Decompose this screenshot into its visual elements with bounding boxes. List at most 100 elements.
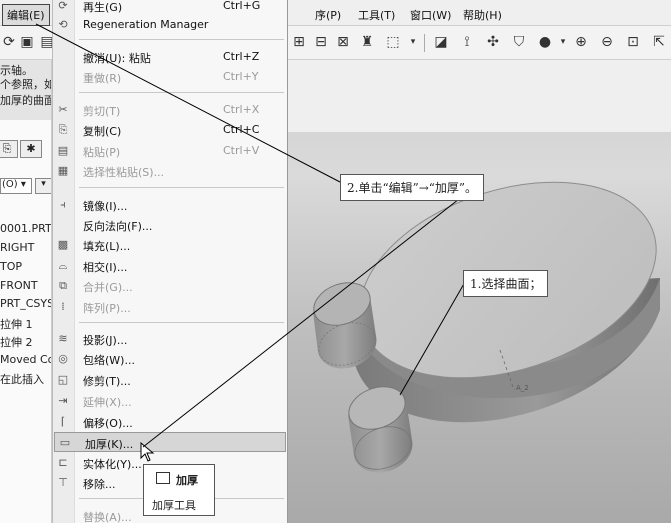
wrap-icon: ◎: [58, 352, 68, 365]
menu-item-merge[interactable]: ⧉ 合并(G)...: [53, 276, 287, 296]
thicken-icon: ▭: [59, 436, 71, 449]
menu-separator: [79, 92, 284, 93]
menu-item-label: Regeneration Manager: [83, 18, 209, 31]
tree-item-front[interactable]: FRONT: [0, 279, 38, 292]
menu-item-project[interactable]: ≋ 投影(J)...: [53, 329, 287, 349]
menu-item-label: 包络(W)...: [83, 354, 135, 367]
tree-item-csys[interactable]: PRT_CSYS_: [0, 297, 51, 310]
settings-combo[interactable]: ▾: [35, 178, 51, 194]
tree-item-insert-here[interactable]: 在此插入: [0, 371, 44, 387]
menu-item-label: 替换(A)...: [83, 511, 132, 523]
menu-item-shortcut: Ctrl+G: [223, 0, 261, 12]
mirror-icon: ⫞: [60, 198, 66, 211]
menu-item-label: 延伸(X)...: [83, 396, 132, 409]
menu-item-shortcut: Ctrl+Y: [223, 70, 259, 83]
menu-separator: [79, 322, 284, 323]
shading-dropdown-icon[interactable]: ▾: [554, 33, 572, 51]
refit-icon[interactable]: ⊡: [624, 33, 642, 51]
point-icon[interactable]: ✣: [484, 33, 502, 51]
pattern-icon: ⁞: [61, 300, 65, 313]
paste-special-icon: ▦: [57, 164, 69, 177]
menu-item-paste[interactable]: ▤ 粘贴(P) Ctrl+V: [53, 141, 287, 161]
chevron-down-icon[interactable]: ▾: [404, 33, 422, 51]
menu-tools[interactable]: 工具(T): [358, 7, 395, 23]
menu-window[interactable]: 窗口(W): [410, 7, 451, 23]
extend-icon: ⇥: [58, 394, 68, 407]
regenerate-icon[interactable]: ⟳: [0, 33, 18, 51]
menu-item-copy[interactable]: ⎘ 复制(C) Ctrl+C: [53, 120, 287, 140]
menu-item-label: 选择性粘贴(S)...: [83, 166, 165, 179]
menu-separator: [79, 39, 284, 40]
menu-item-regeneration-manager[interactable]: ⟲ Regeneration Manager: [53, 15, 287, 35]
layer-icon[interactable]: ⊞: [290, 33, 308, 51]
plane-display-icon[interactable]: ⊟: [312, 33, 330, 51]
menu-item-shortcut: Ctrl+Z: [223, 50, 260, 63]
tooltip-title: 加厚: [176, 474, 198, 487]
message-line-3: 加厚的曲面: [0, 94, 52, 107]
message-line-2: 个参照，如: [0, 78, 52, 91]
binoculars-icon[interactable]: ♜: [358, 33, 376, 51]
menu-item-label: 撤消(U): 粘贴: [83, 52, 151, 65]
menu-item-flip-normal[interactable]: 反向法向(F)...: [53, 215, 287, 235]
zoom-in-icon[interactable]: ⊕: [572, 33, 590, 51]
menu-item-trim[interactable]: ◱ 修剪(T)...: [53, 370, 287, 390]
menu-item-pattern[interactable]: ⁞ 阵列(P)...: [53, 297, 287, 317]
offset-icon: ⌈: [60, 415, 66, 428]
tree-item-right[interactable]: RIGHT: [0, 241, 34, 254]
shading-sphere-icon[interactable]: ●: [536, 33, 554, 51]
menu-item-regenerate[interactable]: ⟳ 再生(G) Ctrl+G: [53, 0, 287, 16]
menu-item-paste-special[interactable]: ▦ 选择性粘贴(S)...: [53, 161, 287, 181]
axis-display-icon[interactable]: ⊠: [334, 33, 352, 51]
fill-icon: ▩: [57, 238, 69, 251]
orient-icon[interactable]: ⇱: [650, 33, 668, 51]
menu-item-shortcut: Ctrl+V: [223, 144, 260, 157]
menu-item-wrap[interactable]: ◎ 包络(W)...: [53, 349, 287, 369]
save-icon[interactable]: ▣: [18, 33, 36, 51]
select-box-icon[interactable]: ⬚: [384, 33, 402, 51]
tree-item-extrude-2[interactable]: 拉伸 2: [0, 334, 33, 350]
menu-item-label: 合并(G)...: [83, 281, 133, 294]
tree-item-extrude-1[interactable]: 拉伸 1: [0, 316, 33, 332]
tree-item-moved-copy[interactable]: Moved Co: [0, 353, 51, 366]
paste-icon: ▤: [57, 144, 69, 157]
spline-icon[interactable]: ⟟: [458, 33, 476, 51]
mouse-cursor-icon: [140, 442, 155, 462]
menu-item-redo[interactable]: 重做(R) Ctrl+Y: [53, 67, 287, 87]
tree-tab-icon[interactable]: ⎘: [0, 140, 18, 158]
menu-item-label: 加厚(K)...: [85, 438, 134, 451]
menu-item-cut[interactable]: ✂ 剪切(T) Ctrl+X: [53, 100, 287, 120]
menu-insert[interactable]: 序(P): [315, 7, 341, 23]
menu-item-thicken[interactable]: ▭ 加厚(K)...: [54, 432, 286, 452]
menu-item-undo[interactable]: 撤消(U): 粘贴 Ctrl+Z: [53, 47, 287, 67]
menu-item-offset[interactable]: ⌈ 偏移(O)...: [53, 412, 287, 432]
menu-item-label: 粘贴(P): [83, 146, 121, 159]
settings-tab-icon[interactable]: ✱: [20, 140, 42, 158]
toolbar-separator: [424, 34, 425, 52]
menu-item-mirror[interactable]: ⫞ 镜像(I)...: [53, 195, 287, 215]
regeneration-manager-icon: ⟲: [58, 18, 68, 31]
menu-item-label: 再生(G): [83, 1, 123, 14]
menu-item-label: 修剪(T)...: [83, 375, 131, 388]
menu-item-label: 阵列(P)...: [83, 302, 131, 315]
menu-item-label: 剪切(T): [83, 105, 121, 118]
menu-item-extend[interactable]: ⇥ 延伸(X)...: [53, 391, 287, 411]
show-combo[interactable]: (O) ▾: [0, 178, 32, 194]
regenerate-icon: ⟳: [58, 0, 68, 12]
tree-item-top[interactable]: TOP: [0, 260, 22, 273]
menu-item-label: 镜像(I)...: [83, 200, 128, 213]
shield-view-icon[interactable]: ⛉: [510, 33, 528, 51]
sketch-icon[interactable]: ◪: [432, 33, 450, 51]
thicken-tooltip: 加厚 加厚工具: [143, 464, 215, 516]
menu-help[interactable]: 帮助(H): [463, 7, 502, 23]
menu-item-fill[interactable]: ▩ 填充(L)...: [53, 235, 287, 255]
menu-item-label: 偏移(O)...: [83, 417, 133, 430]
scissors-icon: ✂: [58, 103, 68, 116]
model-tree-panel: 示轴。 个参照，如 加厚的曲面 ⎘ ✱ (O) ▾ ▾ 0001.PRT RIG…: [0, 60, 52, 523]
menu-edit[interactable]: 编辑(E): [2, 4, 50, 26]
zoom-out-icon[interactable]: ⊖: [598, 33, 616, 51]
menu-item-label: 相交(I)...: [83, 261, 128, 274]
menu-item-intersect[interactable]: ⌓ 相交(I)...: [53, 256, 287, 276]
copy-icon: ⎘: [58, 123, 68, 136]
tree-item-part[interactable]: 0001.PRT: [0, 222, 51, 235]
menu-item-label: 实体化(Y)...: [83, 458, 142, 471]
